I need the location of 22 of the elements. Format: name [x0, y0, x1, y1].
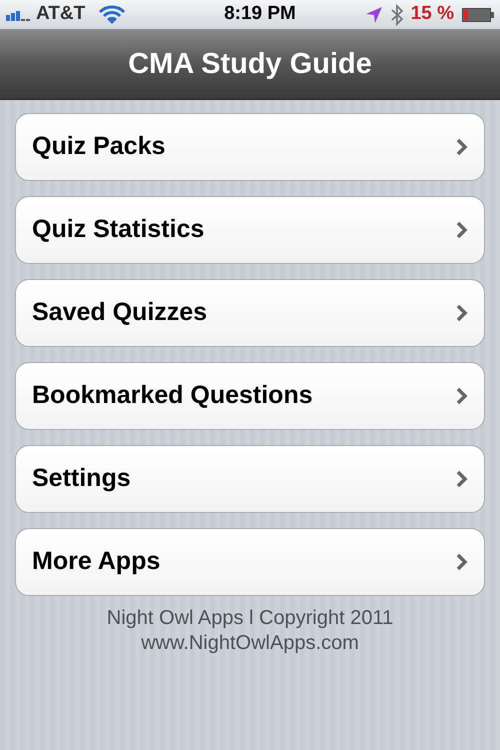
menu-item[interactable]: Settings — [15, 445, 485, 513]
footer-text: Night Owl Apps l Copyright 2011 — [106, 606, 394, 631]
nav-title: CMA Study Guide — [128, 46, 372, 82]
chevron-icon — [456, 138, 468, 156]
wifi-icon — [99, 4, 126, 24]
battery-percent: 15 % — [410, 2, 454, 26]
menu-item[interactable]: Saved Quizzes — [15, 279, 485, 347]
menu-item[interactable]: Quiz Packs — [15, 113, 485, 181]
chevron-icon — [456, 304, 468, 322]
chevron-icon — [456, 387, 468, 405]
carrier-name: AT&T — [36, 2, 86, 26]
location-arrow-icon — [364, 6, 383, 24]
menu-item[interactable]: Quiz Statistics — [15, 196, 485, 264]
footer-text: www.NightOwlApps.com — [141, 631, 359, 656]
chevron-icon — [456, 221, 468, 239]
chevron-icon — [456, 470, 468, 488]
bluetooth-icon — [390, 4, 403, 26]
menu-item[interactable]: Bookmarked Questions — [15, 362, 485, 430]
clock-time: 8:19 PM — [224, 2, 296, 26]
menu-item[interactable]: More Apps — [15, 528, 485, 596]
chevron-icon — [456, 553, 468, 571]
battery-icon — [462, 8, 494, 22]
